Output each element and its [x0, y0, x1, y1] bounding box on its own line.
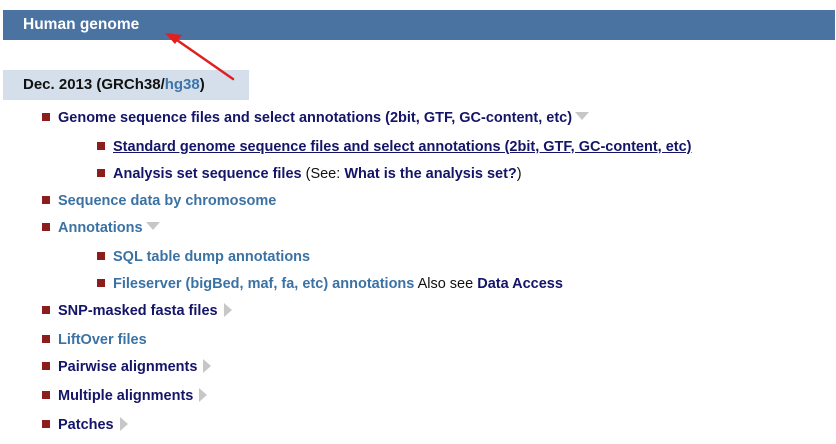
liftover-link[interactable]: LiftOver files [58, 332, 147, 348]
list-item-pairwise: Pairwise alignments [42, 357, 212, 377]
bullet-icon [42, 113, 50, 121]
standard-genome-link[interactable]: Standard genome sequence files and selec… [113, 139, 692, 155]
bullet-icon [42, 420, 50, 428]
bullet-icon [97, 252, 105, 260]
list-item-genome-sequence: Genome sequence files and select annotat… [42, 108, 590, 128]
list-item-multiple: Multiple alignments [42, 386, 208, 406]
triangle-right-icon[interactable] [223, 303, 232, 317]
version-label-suffix: ) [199, 76, 205, 93]
bullet-icon [97, 169, 105, 177]
bullet-icon [42, 335, 50, 343]
downloads-page: Human genome Dec. 2013 (GRCh38/hg38) Gen… [0, 0, 836, 444]
bullet-icon [97, 279, 105, 287]
genome-sequence-link[interactable]: Genome sequence files and select annotat… [58, 110, 572, 126]
what-is-analysis-set-link[interactable]: What is the analysis set? [344, 166, 516, 182]
analysis-set-link[interactable]: Analysis set sequence files [113, 166, 302, 182]
sequence-by-chromosome-link[interactable]: Sequence data by chromosome [58, 193, 276, 209]
triangle-down-icon[interactable] [145, 222, 160, 230]
section-header: Human genome [3, 10, 835, 40]
bullet-icon [42, 306, 50, 314]
version-label-prefix: Dec. 2013 (GRCh38/ [23, 76, 165, 93]
also-see-text: Also see [414, 276, 478, 292]
bullet-icon [42, 362, 50, 370]
triangle-right-icon[interactable] [119, 417, 128, 431]
bullet-icon [42, 391, 50, 399]
triangle-right-icon[interactable] [203, 359, 212, 373]
bullet-icon [42, 223, 50, 231]
bullet-icon [42, 196, 50, 204]
list-item-standard-genome: Standard genome sequence files and selec… [97, 137, 692, 157]
multiple-alignments-link[interactable]: Multiple alignments [58, 388, 193, 404]
assembly-version-box: Dec. 2013 (GRCh38/hg38) [3, 70, 249, 100]
sql-dump-link[interactable]: SQL table dump annotations [113, 249, 310, 265]
page-title: Human genome [23, 16, 140, 33]
list-item-analysis-set: Analysis set sequence files (See: What i… [97, 164, 522, 184]
annotations-link[interactable]: Annotations [58, 220, 143, 236]
pairwise-alignments-link[interactable]: Pairwise alignments [58, 359, 197, 375]
list-item-patches: Patches [42, 415, 128, 435]
list-item-sql-dump: SQL table dump annotations [97, 247, 310, 267]
fileserver-link[interactable]: Fileserver (bigBed, maf, fa, etc) annota… [113, 276, 414, 292]
see-text: (See: [301, 166, 345, 182]
list-item-fileserver: Fileserver (bigBed, maf, fa, etc) annota… [97, 274, 563, 294]
patches-link[interactable]: Patches [58, 417, 114, 433]
assembly-link[interactable]: hg38 [165, 76, 200, 93]
data-access-link[interactable]: Data Access [477, 276, 563, 292]
see-close-paren: ) [516, 166, 522, 182]
snp-masked-link[interactable]: SNP-masked fasta files [58, 303, 218, 319]
triangle-right-icon[interactable] [199, 388, 208, 402]
list-item-liftover: LiftOver files [42, 330, 147, 350]
list-item-snp-masked: SNP-masked fasta files [42, 301, 232, 321]
list-item-sequence-by-chromosome: Sequence data by chromosome [42, 191, 276, 211]
list-item-annotations: Annotations [42, 218, 160, 238]
bullet-icon [97, 142, 105, 150]
assembly-version-label: Dec. 2013 (GRCh38/hg38) [23, 76, 205, 94]
triangle-down-icon[interactable] [575, 112, 590, 120]
